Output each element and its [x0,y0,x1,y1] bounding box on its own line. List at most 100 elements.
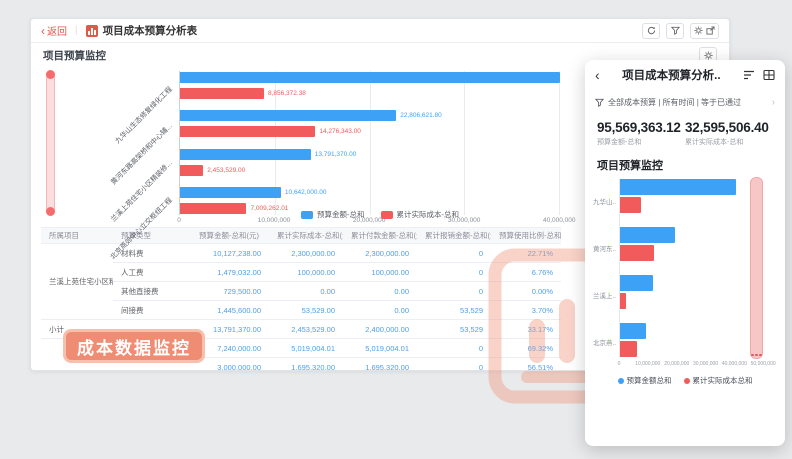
filter-icon [671,26,680,35]
mobile-header: ‹ 项目成本预算分析.. [585,60,785,90]
col-header: 累计实际成本-总和(元) [269,228,343,244]
page-title: 项目成本预算分析表 [103,23,198,38]
cell: 56.51% [491,358,561,372]
mobile-legend: 预算金额总和 累计实际成本总和 [593,375,777,386]
cell: 100,000.00 [343,263,417,282]
x-tick: 40,000,000 [722,361,747,367]
bar-group: 22,806,621.80 14,276,343.00 [180,110,564,137]
legend-item-actual[interactable]: 累计实际成本-总和 [381,209,460,220]
divider: | [75,25,78,36]
settings-gear-icon [704,51,713,60]
legend-label: 累计实际成本总和 [693,375,753,386]
category-label: 黄河东.. [593,243,617,253]
mobile-section-title: 项目预算监控 [585,149,785,175]
cell: 其他直接费 [113,282,191,301]
screen: ‹ 返回 | 项目成本预算分析表 项目预算监控 [0,0,792,459]
actual-cost-bar[interactable] [180,126,315,137]
table-row: 间接费 1,445,600.00 53,529.00 0.00 53,529 3… [41,301,561,320]
bar-value: 8,856,372.38 [268,90,306,97]
cell: 2,300,000.00 [343,244,417,263]
cell: 1,445,600.00 [191,301,269,320]
budget-bar[interactable] [180,149,311,160]
cell: 人工费 [113,263,191,282]
mobile-filter-bar[interactable]: 全部成本预算 | 所有时间 | 等于已通过 › [595,92,775,112]
bar-group: 13,791,370.00 2,453,529.00 [180,149,564,176]
settings-export-button[interactable] [690,23,719,39]
cell: 100,000.00 [269,263,343,282]
legend-item-actual[interactable]: 累计实际成本总和 [684,375,753,386]
mobile-stats: 95,569,363.12 预算金额-总和 32,595,506.40 累计实际… [585,112,785,149]
cell: 22.71% [491,244,561,263]
budget-bar[interactable] [620,275,653,291]
actual-cost-bar[interactable] [620,341,637,357]
cell: 53,529.00 [269,301,343,320]
stat-label: 累计实际成本-总和 [685,137,773,147]
cell: 53,529 [417,320,491,339]
table-row: 人工费 1,479,032.00 100,000.00 100,000.00 0… [41,263,561,282]
mobile-title: 项目成本预算分析.. [600,67,743,83]
slider-handle-top[interactable] [46,70,55,79]
bar-group: 8,856,372.38 [180,72,564,99]
cell: 53,529 [417,301,491,320]
budget-bar[interactable] [620,179,736,195]
back-chevron-icon: ‹ [41,25,45,37]
table-row: 其他直接费 729,500.00 0.00 0.00 0 0.00% [41,282,561,301]
col-header: 预算金额-总和(元) [191,228,269,244]
legend-label: 累计实际成本-总和 [397,209,460,220]
legend-dot [618,378,624,384]
refresh-button[interactable] [642,23,660,39]
cell: 10,127,238.00 [191,244,269,263]
cost-monitoring-badge: 成本数据监控 [63,329,205,363]
cell: 2,300,000.00 [269,244,343,263]
chart-datazoom-slider[interactable] [46,73,55,213]
budget-bar[interactable] [180,110,396,121]
actual-cost-bar[interactable] [180,88,264,99]
cell: 1,695,320.00 [343,358,417,372]
filter-text: 全部成本预算 | 所有时间 | 等于已通过 [608,97,768,108]
chevron-right-icon: › [772,97,775,108]
budget-bar[interactable] [180,72,560,83]
bar-group [620,179,745,213]
mobile-datazoom-slider[interactable] [750,177,763,359]
table-grid-icon[interactable] [763,69,775,81]
cell: 2,400,000.00 [343,320,417,339]
actual-cost-bar[interactable] [620,293,626,309]
x-tick: 30,000,000 [693,361,718,367]
budget-bar[interactable] [180,187,281,198]
block-title: 项目预算监控 [43,48,106,63]
gear-icon [694,26,703,35]
cell: 0.00 [343,282,417,301]
stat-value: 95,569,363.12 [597,120,685,135]
stat-actual-total: 32,595,506.40 累计实际成本-总和 [685,120,773,147]
cell: 1,479,032.00 [191,263,269,282]
cell: 2,453,529.00 [269,320,343,339]
cell: 0 [417,358,491,372]
cell: 5,019,004.01 [343,339,417,358]
filter-icon [595,98,604,107]
actual-cost-bar[interactable] [620,197,641,213]
cell: 0 [417,339,491,358]
legend-swatch [381,211,393,219]
stat-value: 32,595,506.40 [685,120,773,135]
category-label: 北京燕.. [593,337,617,347]
budget-bar[interactable] [620,323,646,339]
budget-bar[interactable] [620,227,675,243]
legend-label: 预算金额总和 [627,375,672,386]
sort-list-icon[interactable] [743,69,755,81]
slider-handle-dots [751,354,762,357]
bar-value: 14,276,343.00 [319,128,361,135]
stat-budget-total: 95,569,363.12 预算金额-总和 [597,120,685,147]
legend-item-budget[interactable]: 预算金额-总和 [301,209,365,220]
legend-item-budget[interactable]: 预算金额总和 [618,375,672,386]
category-label: 兰溪上.. [593,290,617,300]
back-link[interactable]: ‹ 返回 [41,23,67,38]
cell: 间接费 [113,301,191,320]
cell: 1,695,320.00 [269,358,343,372]
back-label: 返回 [47,23,67,38]
filter-button[interactable] [666,23,684,39]
x-axis: 0 10,000,000 20,000,000 30,000,000 40,00… [619,361,769,369]
actual-cost-bar[interactable] [620,245,654,261]
cell: 3.70% [491,301,561,320]
actual-cost-bar[interactable] [180,165,203,176]
stat-label: 预算金额-总和 [597,137,685,147]
